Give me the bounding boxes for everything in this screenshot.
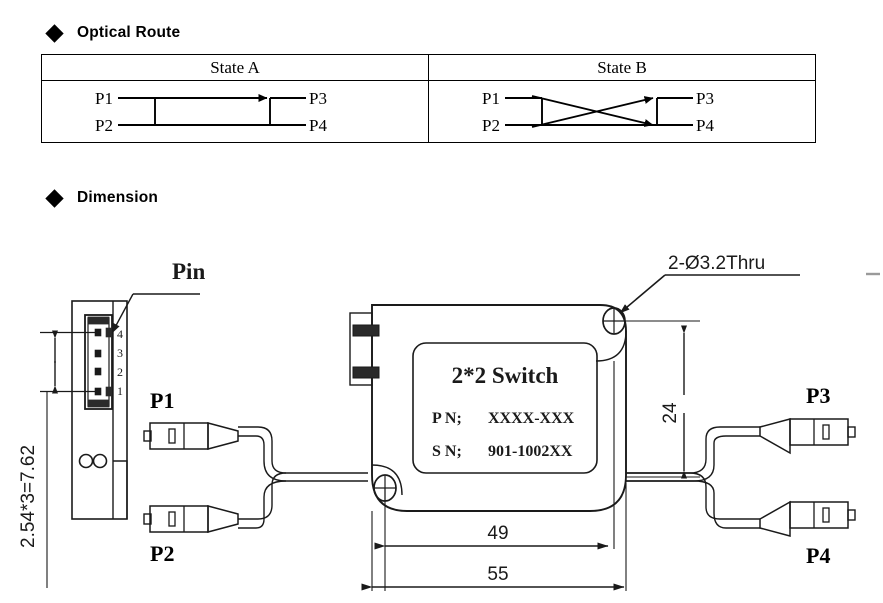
state-a-input-p1-label: P1 (95, 89, 113, 108)
inner-length-dimension-label: 49 (487, 523, 508, 544)
state-b-path-p2-p3 (531, 95, 654, 128)
port-label-p4: P4 (806, 543, 830, 568)
pin-pitch-dimension (40, 330, 99, 588)
state-b-path-p1-p4 (531, 94, 654, 127)
optical-route-table: State A State B P1 P2 P3 P4 P1 P2 P3 P4 (41, 54, 816, 143)
pin-callout-leader (111, 293, 200, 334)
connector-p3 (759, 418, 856, 455)
state-b-output-p3-label: P3 (696, 89, 714, 108)
state-a-input-p2-label: P2 (95, 116, 113, 135)
section-heading-optical-route: Optical Route (45, 23, 181, 43)
hole-callout-label: 2-Ø3.2Thru (668, 253, 765, 274)
port-label-p1: P1 (150, 388, 174, 413)
section-heading-dimension: Dimension (45, 188, 159, 208)
port-label-p3: P3 (806, 383, 830, 408)
outer-length-dimension-label: 55 (487, 564, 508, 585)
pin-number-2: 2 (117, 365, 123, 379)
pin-header (84, 314, 113, 410)
diamond-bullet-icon (45, 188, 64, 208)
table-header-row: State A State B (41, 54, 816, 81)
state-b-diagram-cell: P1 P2 P3 P4 (428, 80, 816, 143)
hole-callout-leader (619, 274, 800, 314)
section-heading-label: Dimension (77, 189, 159, 206)
state-b-input-p2-label: P2 (482, 116, 500, 135)
state-a-header: State A (41, 54, 429, 81)
state-b-input-p1-label: P1 (482, 89, 500, 108)
side-connector-tabs (349, 312, 380, 386)
state-a-route-diagram: P1 P2 P3 P4 (95, 89, 327, 135)
state-b-header-label: State B (597, 57, 647, 77)
fiber-cable-left (238, 426, 368, 529)
dimension-drawing-svg: Pin 4 3 2 1 2.54*3=7.62 P1 P2 P3 P4 2-Ø3… (18, 253, 880, 591)
pin-number-1: 1 (117, 384, 123, 398)
state-b-route-diagram: P1 P2 P3 P4 (482, 89, 714, 135)
state-a-output-p3-label: P3 (309, 89, 327, 108)
device-title-label: 2*2 Switch (452, 363, 559, 388)
state-b-header: State B (428, 54, 816, 81)
serial-number-key-label: S N; (432, 443, 462, 460)
connector-p4 (759, 500, 856, 537)
pin-pitch-dimension-label: 2.54*3=7.62 (18, 445, 39, 548)
state-a-output-p4-label: P4 (309, 116, 327, 135)
dimension-drawing: Pin 4 3 2 1 2.54*3=7.62 P1 P2 P3 P4 2-Ø3… (0, 243, 883, 603)
pin-number-4: 4 (117, 327, 123, 341)
section-heading-label: Optical Route (77, 24, 181, 41)
switch-body (349, 304, 627, 512)
table-diagram-row: P1 P2 P3 P4 P1 P2 P3 P4 (41, 80, 816, 143)
state-a-diagram-cell: P1 P2 P3 P4 (41, 80, 429, 143)
length-dimensions (361, 361, 627, 591)
part-number-value-label: XXXX-XXX (488, 410, 575, 427)
connector-p2 (143, 505, 239, 533)
pin-callout-label: Pin (172, 259, 205, 284)
state-a-header-label: State A (210, 57, 260, 77)
port-label-p2: P2 (150, 541, 174, 566)
height-dimension-label: 24 (660, 402, 681, 424)
serial-number-value-label: 901-1002XX (488, 443, 573, 460)
state-b-output-p4-label: P4 (696, 116, 714, 135)
diamond-bullet-icon (45, 23, 64, 43)
part-number-key-label: P N; (432, 410, 462, 427)
pin-number-3: 3 (117, 346, 123, 360)
connector-p1 (143, 422, 239, 450)
